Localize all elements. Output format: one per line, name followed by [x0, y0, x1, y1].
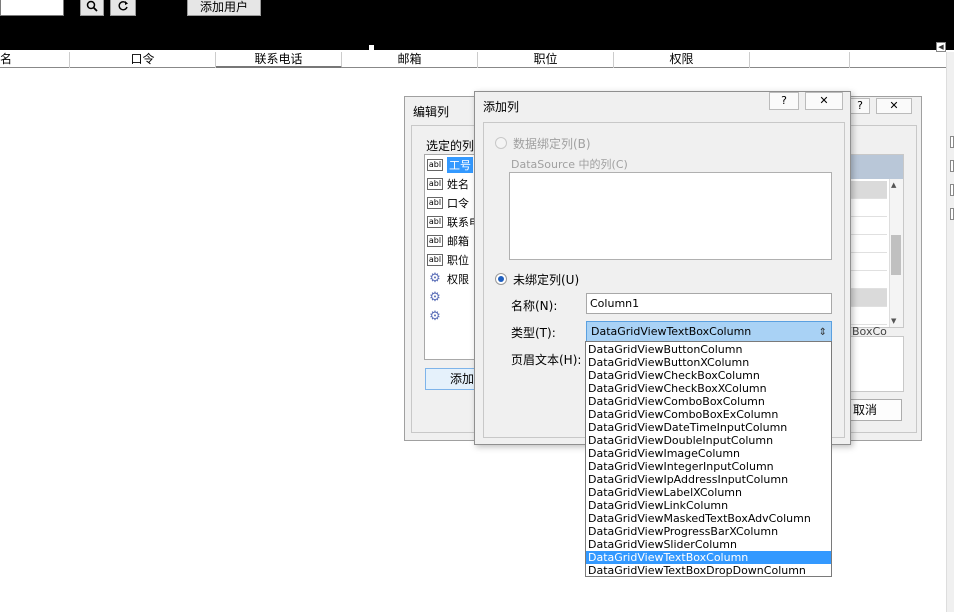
dropdown-option[interactable]: DataGridViewTextBoxDropDownColumn [586, 564, 831, 577]
top-toolbar: 添加用户 [0, 0, 954, 50]
dropdown-option[interactable]: DataGridViewImageColumn [586, 447, 831, 460]
databound-radio-label: 数据绑定列(B) [513, 137, 591, 151]
textbox-column-icon: abl [427, 254, 443, 266]
textbox-column-icon: abl [427, 216, 443, 228]
scroll-thumb[interactable] [891, 235, 901, 275]
dropdown-option[interactable]: DataGridViewIpAddressInputColumn [586, 473, 831, 486]
refresh-button[interactable] [110, 0, 136, 16]
updown-arrow-icon: ⇕ [818, 327, 827, 338]
dropdown-option[interactable]: DataGridViewDoubleInputColumn [586, 434, 831, 447]
grid-header-cell[interactable] [750, 52, 850, 68]
side-checkbox[interactable] [950, 184, 954, 196]
property-row[interactable] [847, 289, 887, 307]
unbound-radio[interactable] [495, 273, 507, 285]
textbox-column-icon: abl [427, 197, 443, 209]
side-checkbox[interactable] [950, 160, 954, 172]
dialog-title: 添加列 [483, 100, 520, 114]
dropdown-option[interactable]: DataGridViewIntegerInputColumn [586, 460, 831, 473]
textbox-column-icon: abl [427, 159, 443, 171]
search-input[interactable] [0, 0, 64, 16]
dialog-title: 编辑列 [413, 105, 450, 119]
dropdown-option[interactable]: DataGridViewProgressBarXColumn [586, 525, 831, 538]
search-button[interactable] [80, 0, 104, 16]
type-select[interactable]: DataGridViewTextBoxColumn ⇕ [586, 321, 832, 342]
grid-header: 名 口令 联系电话 邮箱 职位 权限 [0, 52, 946, 68]
property-row[interactable] [847, 253, 887, 271]
close-icon[interactable]: ✕ [876, 98, 912, 114]
unbound-radio-label: 未绑定列(U) [513, 273, 580, 287]
help-icon[interactable]: ? [769, 92, 799, 110]
property-row[interactable] [847, 199, 887, 217]
scroll-left-arrow-icon[interactable]: ◀ [936, 42, 946, 52]
dropdown-option[interactable]: DataGridViewDateTimeInputColumn [586, 421, 831, 434]
dropdown-option[interactable]: DataGridViewComboBoxColumn [586, 395, 831, 408]
cancel-button[interactable]: 取消 [846, 399, 902, 421]
search-icon [86, 0, 98, 12]
datasource-label: DataSource 中的列(C) [511, 158, 628, 171]
dropdown-option[interactable]: DataGridViewComboBoxExColumn [586, 408, 831, 421]
dropdown-option[interactable]: DataGridViewSliderColumn [586, 538, 831, 551]
refresh-icon [118, 1, 128, 11]
side-checkbox[interactable] [950, 136, 954, 148]
property-row[interactable] [847, 217, 887, 235]
dropdown-option[interactable]: DataGridViewCheckBoxColumn [586, 369, 831, 382]
header-text-label: 页眉文本(H): [511, 353, 582, 367]
dropdown-option[interactable]: DataGridViewButtonXColumn [586, 356, 831, 369]
datasource-columns-list[interactable] [509, 172, 832, 260]
property-grid[interactable]: ▲ ▼ [846, 154, 904, 328]
type-select-value: DataGridViewTextBoxColumn [591, 325, 752, 338]
dropdown-option[interactable]: DataGridViewLabelXColumn [586, 486, 831, 499]
type-label: 类型(T): [511, 326, 556, 340]
grid-header-cell[interactable]: 权限 [614, 52, 750, 68]
dropdown-option[interactable]: DataGridViewLinkColumn [586, 499, 831, 512]
property-description [846, 336, 904, 392]
grid-header-cell[interactable]: 职位 [478, 52, 614, 68]
side-checkbox[interactable] [950, 208, 954, 220]
property-row[interactable] [847, 235, 887, 253]
type-dropdown-list[interactable]: DataGridViewButtonColumn DataGridViewBut… [585, 341, 832, 577]
name-input[interactable]: Column1 [586, 293, 832, 314]
grid-header-cell[interactable]: 邮箱 [342, 52, 478, 68]
gear-icon: ⚙ [429, 290, 441, 305]
databound-radio[interactable] [495, 137, 507, 149]
property-row[interactable] [847, 307, 887, 325]
dropdown-option[interactable]: DataGridViewCheckBoxXColumn [586, 382, 831, 395]
textbox-column-icon: abl [427, 235, 443, 247]
gear-icon: ⚙ [429, 271, 441, 286]
property-row[interactable] [847, 181, 887, 199]
dropdown-option[interactable]: DataGridViewMaskedTextBoxAdvColumn [586, 512, 831, 525]
grid-header-cell[interactable]: 名 [0, 52, 70, 68]
dropdown-option[interactable]: DataGridViewButtonColumn [586, 343, 831, 356]
gear-icon: ⚙ [429, 309, 441, 324]
close-icon[interactable]: ✕ [805, 92, 843, 110]
grid-header-cell[interactable]: 联系电话 [216, 52, 342, 68]
scroll-down-arrow-icon[interactable]: ▼ [891, 317, 896, 325]
add-user-button[interactable]: 添加用户 [187, 0, 261, 16]
property-row[interactable] [847, 271, 887, 289]
dropdown-option-selected[interactable]: DataGridViewTextBoxColumn [586, 551, 831, 564]
grid-header-cell[interactable]: 口令 [70, 52, 216, 68]
help-icon[interactable]: ? [850, 98, 870, 114]
textbox-column-icon: abl [427, 178, 443, 190]
name-label: 名称(N): [511, 299, 558, 313]
selected-columns-label: 选定的列 [426, 139, 475, 153]
splitter-handle[interactable] [369, 45, 374, 50]
property-grid-header [847, 155, 903, 179]
scroll-up-arrow-icon[interactable]: ▲ [891, 181, 896, 189]
